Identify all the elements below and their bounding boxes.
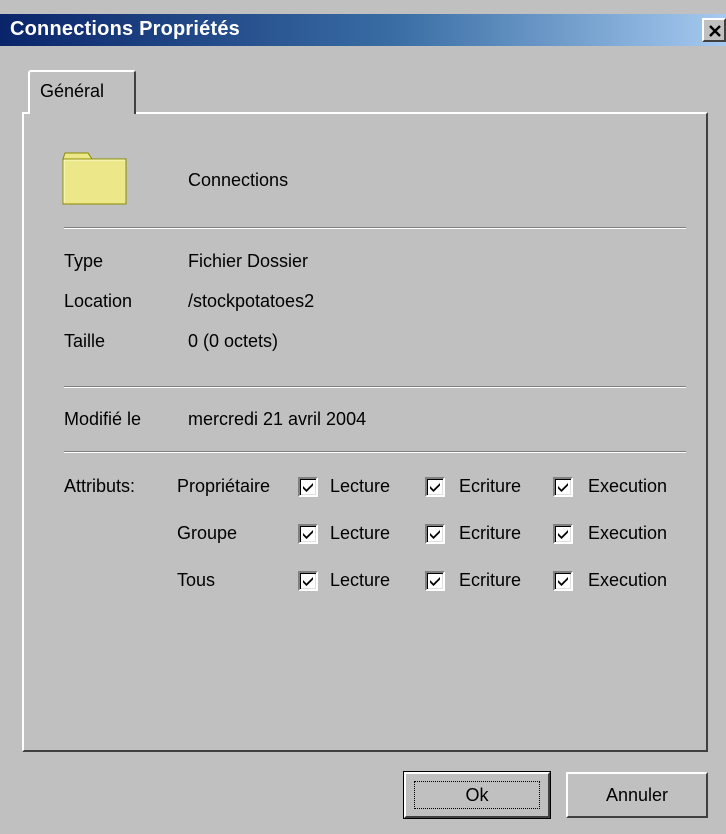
tab-general[interactable]: Général [28,70,136,114]
modified-value: mercredi 21 avril 2004 [188,409,367,429]
folder-icon [62,152,127,205]
modified-label: Modifié le [64,409,142,429]
all-read-checkbox[interactable] [298,571,318,591]
location-label: Location [64,291,133,311]
window-title: Connections Propriétés [10,18,240,40]
cancel-button[interactable]: Annuler [566,772,708,818]
group-read-checkbox[interactable] [298,524,318,544]
attribute-row-group-label: Groupe [177,523,238,543]
tab-panel-general [22,112,708,752]
attribute-row-all-label: Tous [177,570,216,590]
owner-read-checkbox[interactable] [298,477,318,497]
group-execute-checkbox[interactable] [553,524,573,544]
group-execute-label: Execution [588,523,668,543]
size-label: Taille [64,331,106,351]
owner-write-checkbox[interactable] [425,477,445,497]
close-icon [709,25,721,37]
close-button[interactable] [702,18,726,42]
owner-execute-checkbox[interactable] [553,477,573,497]
all-write-checkbox[interactable] [425,571,445,591]
separator-1 [64,227,686,229]
group-write-checkbox[interactable] [425,524,445,544]
all-read-label: Lecture [330,570,391,590]
location-value: /stockpotatoes2 [188,291,315,311]
all-execute-checkbox[interactable] [553,571,573,591]
owner-write-label: Ecriture [459,476,522,496]
checkmark-icon [430,483,440,492]
type-value: Fichier Dossier [188,251,309,271]
owner-execute-label: Execution [588,476,668,496]
checkmark-icon [303,577,313,586]
checkmark-icon [430,530,440,539]
size-value: 0 (0 octets) [188,331,279,351]
type-label: Type [64,251,104,271]
file-name: Connections [188,170,289,190]
checkmark-icon [430,577,440,586]
all-write-label: Ecriture [459,570,522,590]
group-read-label: Lecture [330,523,391,543]
separator-3 [64,451,686,453]
checkmark-icon [558,530,568,539]
tab-general-label: Général [40,81,105,101]
checkmark-icon [303,530,313,539]
ok-button-label: Ok [465,785,489,805]
separator-2 [64,386,686,388]
attribute-row-owner-label: Propriétaire [177,476,271,496]
checkmark-icon [558,577,568,586]
properties-dialog: Connections Propriétés Général Connectio… [0,0,726,834]
all-execute-label: Execution [588,570,668,590]
checkmark-icon [303,483,313,492]
cancel-button-label: Annuler [605,785,669,805]
attributes-label: Attributs: [64,476,136,496]
checkmark-icon [558,483,568,492]
group-write-label: Ecriture [459,523,522,543]
ok-button[interactable]: Ok [403,771,551,819]
owner-read-label: Lecture [330,476,391,496]
title-bar[interactable]: Connections Propriétés [0,14,726,46]
